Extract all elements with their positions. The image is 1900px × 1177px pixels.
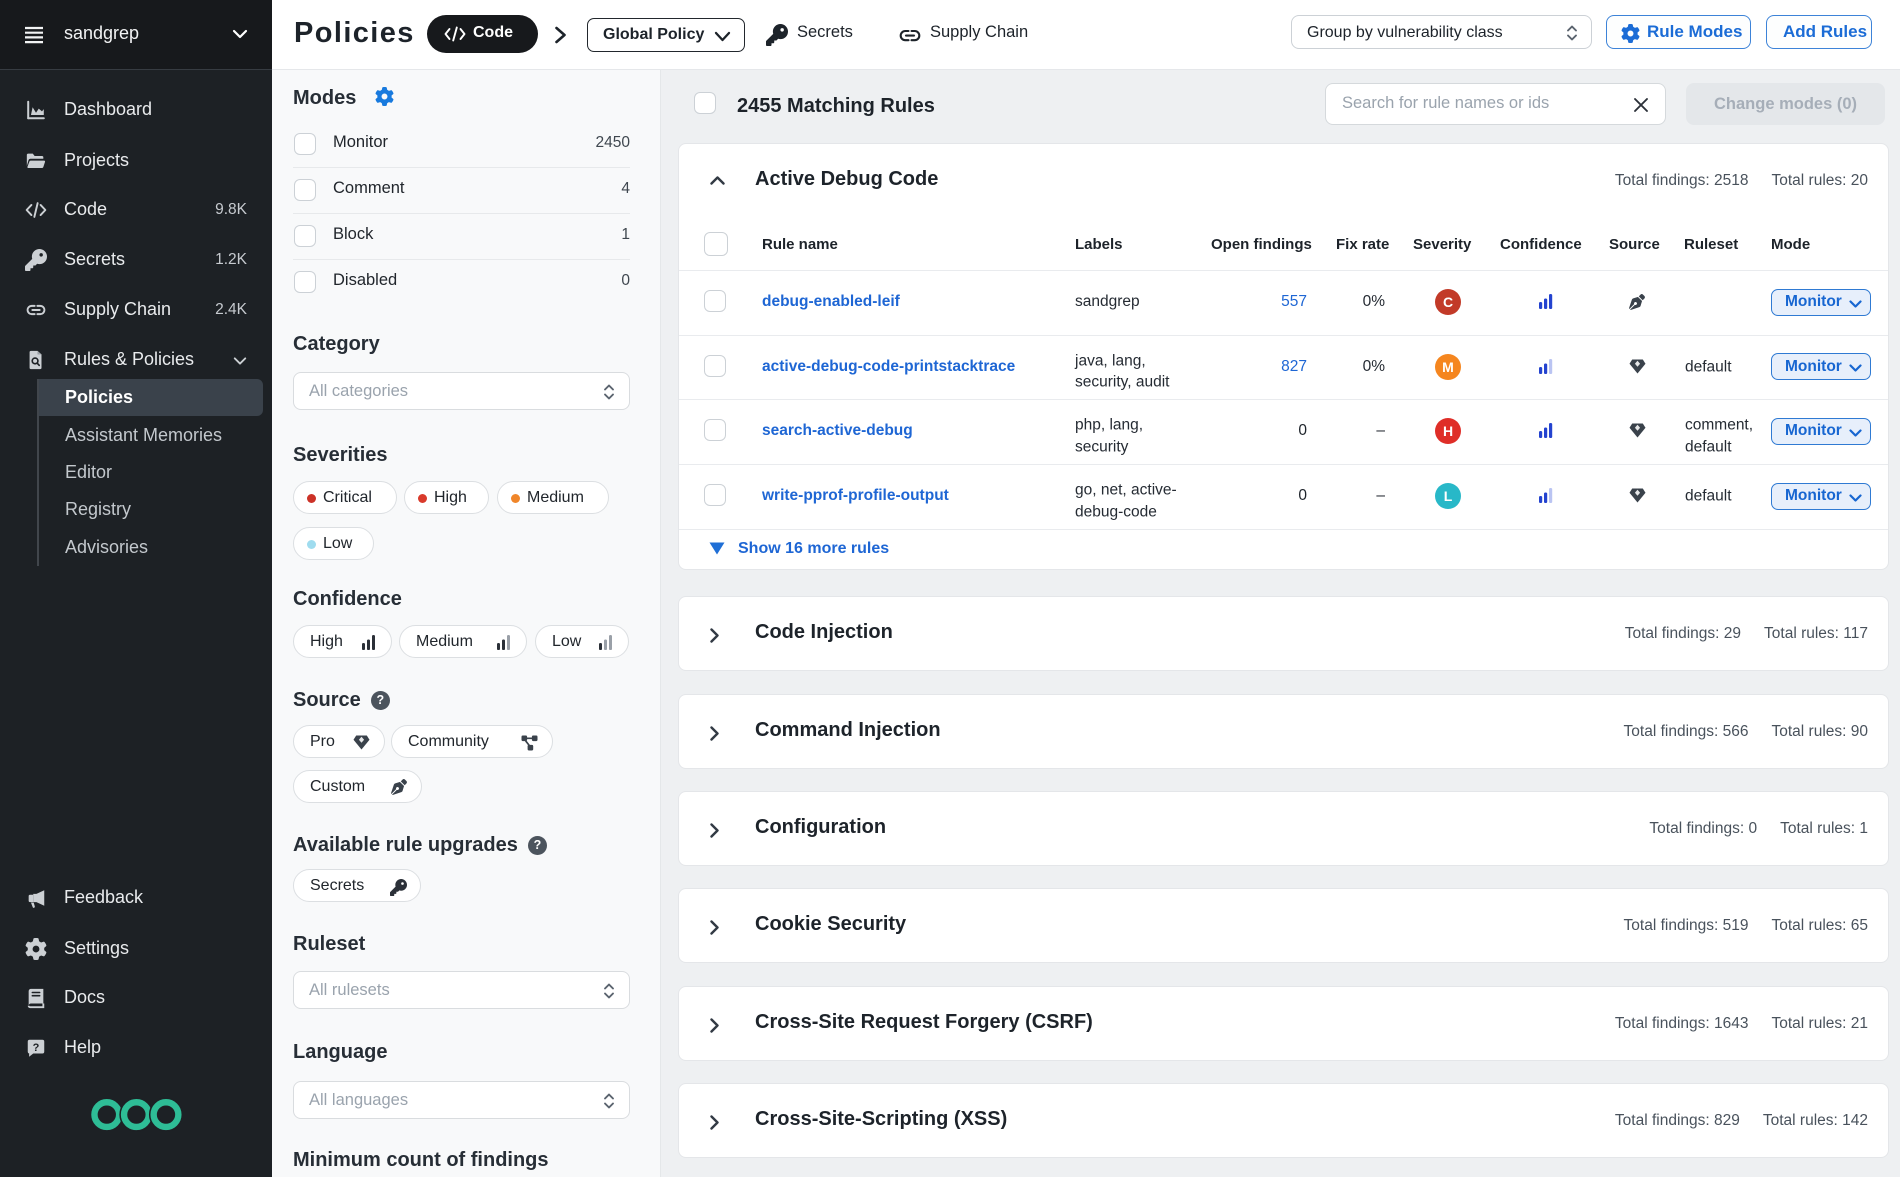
svg-text:?: ? [33,1042,40,1054]
